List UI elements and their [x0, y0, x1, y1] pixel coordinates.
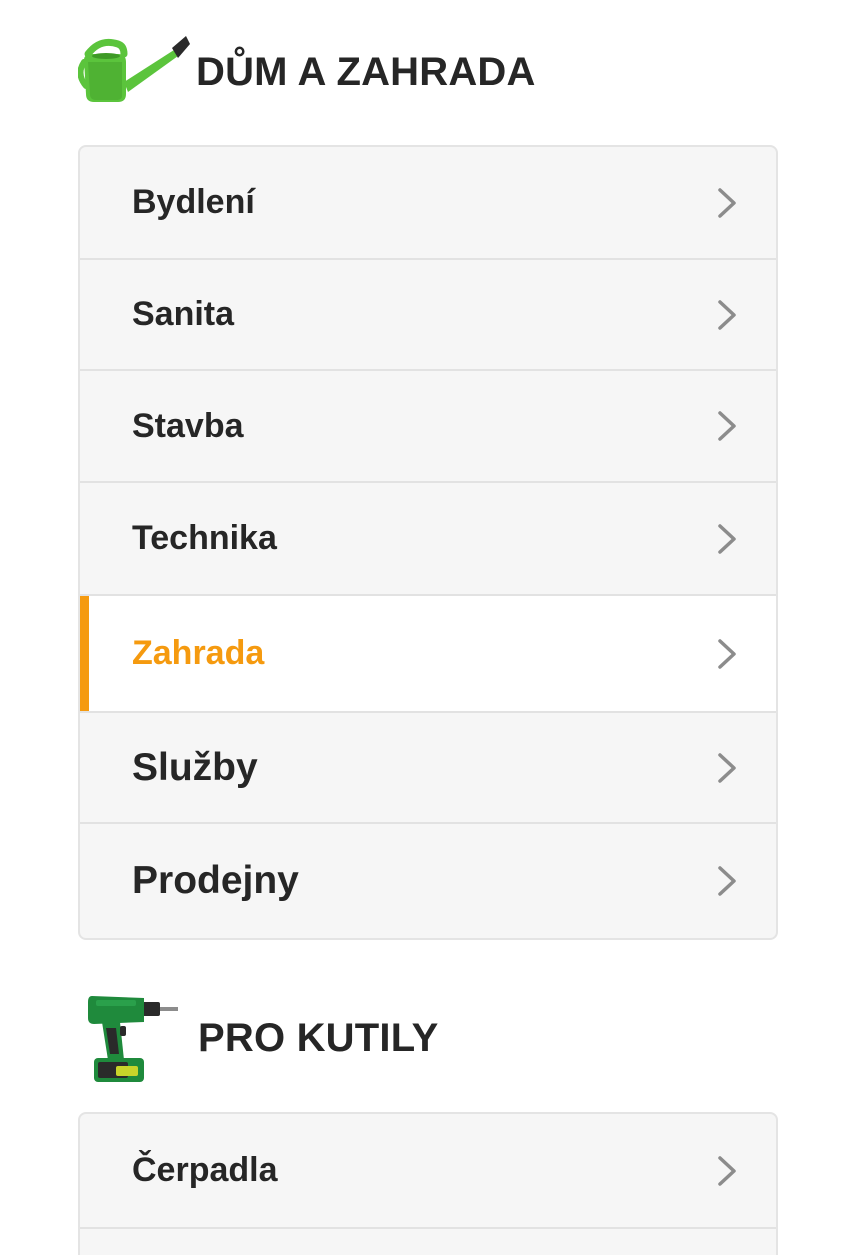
page: DŮM A ZAHRADA Bydlení Sanita Stavba Tech…: [0, 0, 868, 1255]
menu-item-label: Technika: [132, 519, 277, 557]
menu-item-label: Bydlení: [132, 183, 255, 221]
chevron-right-icon: [718, 638, 736, 669]
category-menu-dum-a-zahrada: Bydlení Sanita Stavba Technika Zahrada S…: [78, 145, 778, 940]
menu-item-next[interactable]: [80, 1229, 776, 1255]
menu-item-stavba[interactable]: Stavba: [80, 371, 776, 483]
chevron-right-icon: [718, 752, 736, 783]
section-header-dum-a-zahrada: DŮM A ZAHRADA: [78, 32, 536, 112]
menu-item-label: Zahrada: [132, 634, 265, 672]
section-title: PRO KUTILY: [198, 1015, 439, 1060]
menu-item-sluzby[interactable]: Služby: [80, 713, 776, 824]
menu-item-technika[interactable]: Technika: [80, 483, 776, 596]
section-title: DŮM A ZAHRADA: [196, 49, 536, 94]
menu-item-sanita[interactable]: Sanita: [80, 260, 776, 371]
section-header-pro-kutily: PRO KUTILY: [78, 988, 439, 1088]
menu-item-label: Služby: [132, 745, 258, 789]
chevron-right-icon: [718, 411, 736, 441]
watering-can-icon: [78, 32, 190, 112]
menu-item-label: Čerpadla: [132, 1151, 278, 1189]
menu-item-prodejny[interactable]: Prodejny: [80, 824, 776, 938]
category-menu-pro-kutily: Čerpadla: [78, 1112, 778, 1255]
chevron-right-icon: [718, 1155, 736, 1186]
chevron-right-icon: [718, 299, 736, 330]
menu-item-bydleni[interactable]: Bydlení: [80, 147, 776, 260]
menu-item-cerpadla[interactable]: Čerpadla: [80, 1114, 776, 1229]
menu-item-label: Sanita: [132, 295, 235, 333]
chevron-right-icon: [718, 866, 736, 896]
chevron-right-icon: [718, 187, 736, 218]
chevron-right-icon: [718, 523, 736, 554]
menu-item-label: Stavba: [132, 406, 244, 445]
menu-item-label: Prodejny: [132, 859, 299, 902]
cordless-drill-icon: [78, 988, 182, 1088]
menu-item-zahrada[interactable]: Zahrada: [80, 596, 776, 713]
